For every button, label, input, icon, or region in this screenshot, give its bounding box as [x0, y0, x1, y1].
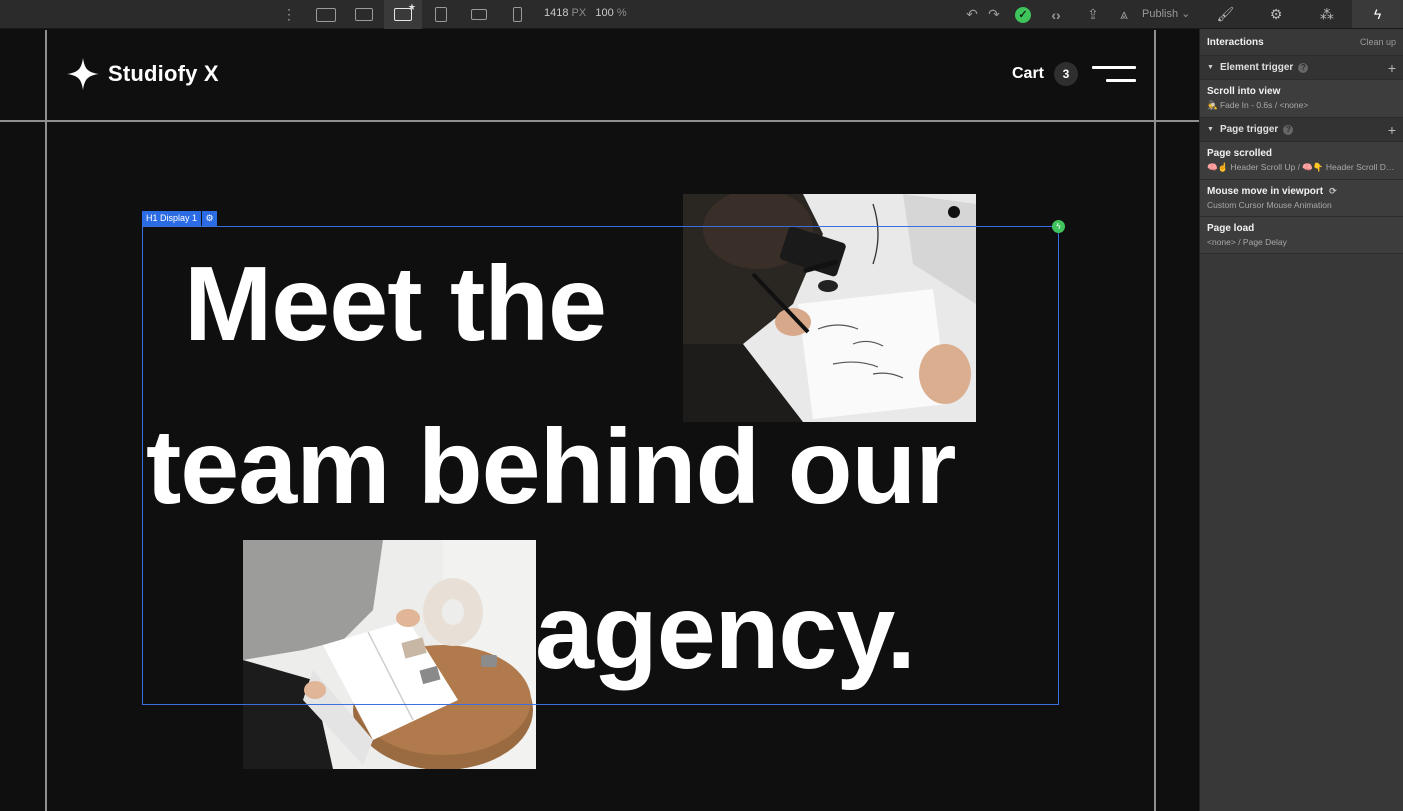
- undo-icon[interactable]: ↶: [962, 0, 982, 29]
- trigger-item-page-scrolled[interactable]: Page scrolled 🧠☝ Header Scroll Up / 🧠👇 H…: [1200, 142, 1403, 180]
- desktop-large-icon: [355, 8, 373, 21]
- page-trigger-section[interactable]: ▼ Page trigger ? +: [1200, 118, 1403, 142]
- style-panel-tab[interactable]: 🖌: [1200, 0, 1251, 28]
- caret-down-icon: ▼: [1207, 64, 1214, 71]
- trigger-detail: 🧠☝ Header Scroll Up / 🧠👇 Header Scroll D…: [1207, 162, 1396, 172]
- add-page-trigger-button[interactable]: +: [1388, 122, 1396, 138]
- publish-icon: ⩓: [1120, 6, 1128, 22]
- trigger-item-page-load[interactable]: Page load <none> / Page Delay: [1200, 217, 1403, 254]
- gear-icon: ⚙: [1269, 5, 1283, 22]
- canvas-width-unit: PX: [571, 7, 587, 19]
- help-icon[interactable]: ?: [1283, 124, 1294, 135]
- hamburger-line: [1092, 66, 1136, 69]
- share-icon[interactable]: ⇪: [1082, 0, 1104, 29]
- panel-tabs: 🖌 ⚙ ⁂ ϟ: [1200, 0, 1403, 29]
- canvas-size-readout: 1418 PX 100 %: [544, 7, 627, 19]
- style-manager-panel-tab[interactable]: ⁂: [1302, 0, 1353, 28]
- publish-button[interactable]: Publish ⌄: [1142, 7, 1190, 20]
- breakpoint-mobile-portrait-button[interactable]: [498, 0, 536, 29]
- caret-down-icon: ▼: [1207, 126, 1214, 133]
- menu-hamburger-icon[interactable]: [1092, 66, 1136, 84]
- interaction-indicator-bolt-icon[interactable]: ϟ: [1052, 220, 1065, 233]
- logo-text: Studiofy X: [108, 61, 219, 86]
- zoom-unit: %: [616, 7, 627, 19]
- mobile-landscape-icon: [471, 9, 487, 20]
- cart-count-badge: 3: [1054, 62, 1079, 86]
- rotate-icon: ⟳: [1329, 186, 1337, 196]
- redo-icon[interactable]: ↷: [984, 0, 1004, 29]
- trigger-name: Page load: [1207, 223, 1255, 234]
- clean-up-button[interactable]: Clean up: [1360, 37, 1396, 47]
- selected-element-label: H1 Display 1: [142, 211, 202, 226]
- breakpoint-1440-button[interactable]: [345, 0, 383, 29]
- settings-panel-tab[interactable]: ⚙: [1251, 0, 1302, 28]
- breakpoint-1920-button[interactable]: [307, 0, 345, 29]
- interactions-title: Interactions: [1207, 36, 1264, 48]
- design-canvas[interactable]: Studiofy X Cart 3 Meet the team behind o…: [0, 30, 1199, 811]
- trigger-name: Page scrolled: [1207, 148, 1273, 159]
- sparkle-icon: [67, 58, 99, 90]
- trigger-item-scroll-into-view[interactable]: Scroll into view 🕵 Fade In - 0.6s / <non…: [1200, 80, 1403, 118]
- interactions-header: Interactions Clean up: [1200, 29, 1403, 56]
- interactions-panel-tab[interactable]: ϟ: [1352, 0, 1403, 28]
- tablet-icon: [435, 7, 447, 22]
- element-selection-outline: [142, 226, 1059, 705]
- container-guide-right: [1154, 30, 1156, 811]
- breakpoint-desktop-button[interactable]: ★: [384, 0, 422, 29]
- selected-element-tag[interactable]: H1 Display 1 ⚙: [142, 211, 218, 226]
- cart-button[interactable]: Cart 3: [1012, 62, 1079, 86]
- element-settings-gear-icon[interactable]: ⚙: [202, 211, 218, 226]
- status-ok-button[interactable]: ✓: [1012, 0, 1034, 29]
- container-guide-left: [45, 30, 47, 811]
- code-export-icon[interactable]: ‹›: [1044, 0, 1068, 29]
- bolt-icon: ϟ: [1373, 6, 1382, 22]
- trigger-name: Scroll into view: [1207, 86, 1281, 97]
- breakpoint-mobile-landscape-button[interactable]: [460, 0, 498, 29]
- page-trigger-label: Page trigger: [1219, 124, 1279, 135]
- canvas-width-value: 1418: [544, 7, 569, 19]
- trigger-name-row: Mouse move in viewport ⟳: [1207, 186, 1396, 197]
- base-breakpoint-star-icon: ★: [407, 2, 416, 12]
- add-element-trigger-button[interactable]: +: [1388, 60, 1396, 76]
- more-options-icon[interactable]: ⋮: [282, 6, 296, 23]
- trigger-detail: Custom Cursor Mouse Animation: [1207, 200, 1332, 210]
- trigger-detail: 🕵 Fade In - 0.6s / <none>: [1207, 100, 1309, 110]
- element-trigger-section[interactable]: ▼ Element trigger ? +: [1200, 56, 1403, 80]
- drops-icon: ⁂: [1319, 5, 1334, 22]
- trigger-item-mouse-move[interactable]: Mouse move in viewport ⟳ Custom Cursor M…: [1200, 180, 1403, 217]
- publish-label: Publish: [1142, 8, 1179, 20]
- checkmark-icon: ✓: [1015, 6, 1031, 23]
- mobile-portrait-icon: [512, 7, 522, 22]
- site-logo[interactable]: Studiofy X: [66, 57, 219, 91]
- breakpoint-tablet-button[interactable]: [422, 0, 460, 29]
- interactions-panel: Interactions Clean up ▼ Element trigger …: [1199, 29, 1403, 811]
- trigger-name: Mouse move in viewport: [1207, 186, 1324, 197]
- help-icon[interactable]: ?: [1298, 62, 1309, 73]
- desktop-xl-icon: [316, 7, 336, 22]
- hamburger-line: [1106, 79, 1136, 82]
- designer-toolbar: ⋮ ★ 1418 PX 100 % ↶ ↷ ✓ ‹› ⇪ ⩓ Publish ⌄: [0, 0, 1200, 29]
- header-divider: [0, 120, 1199, 122]
- brush-icon: 🖌: [1216, 5, 1235, 22]
- element-trigger-label: Element trigger: [1219, 62, 1294, 73]
- cart-label: Cart: [1012, 65, 1045, 82]
- trigger-detail: <none> / Page Delay: [1207, 237, 1287, 247]
- zoom-value: 100: [595, 7, 614, 19]
